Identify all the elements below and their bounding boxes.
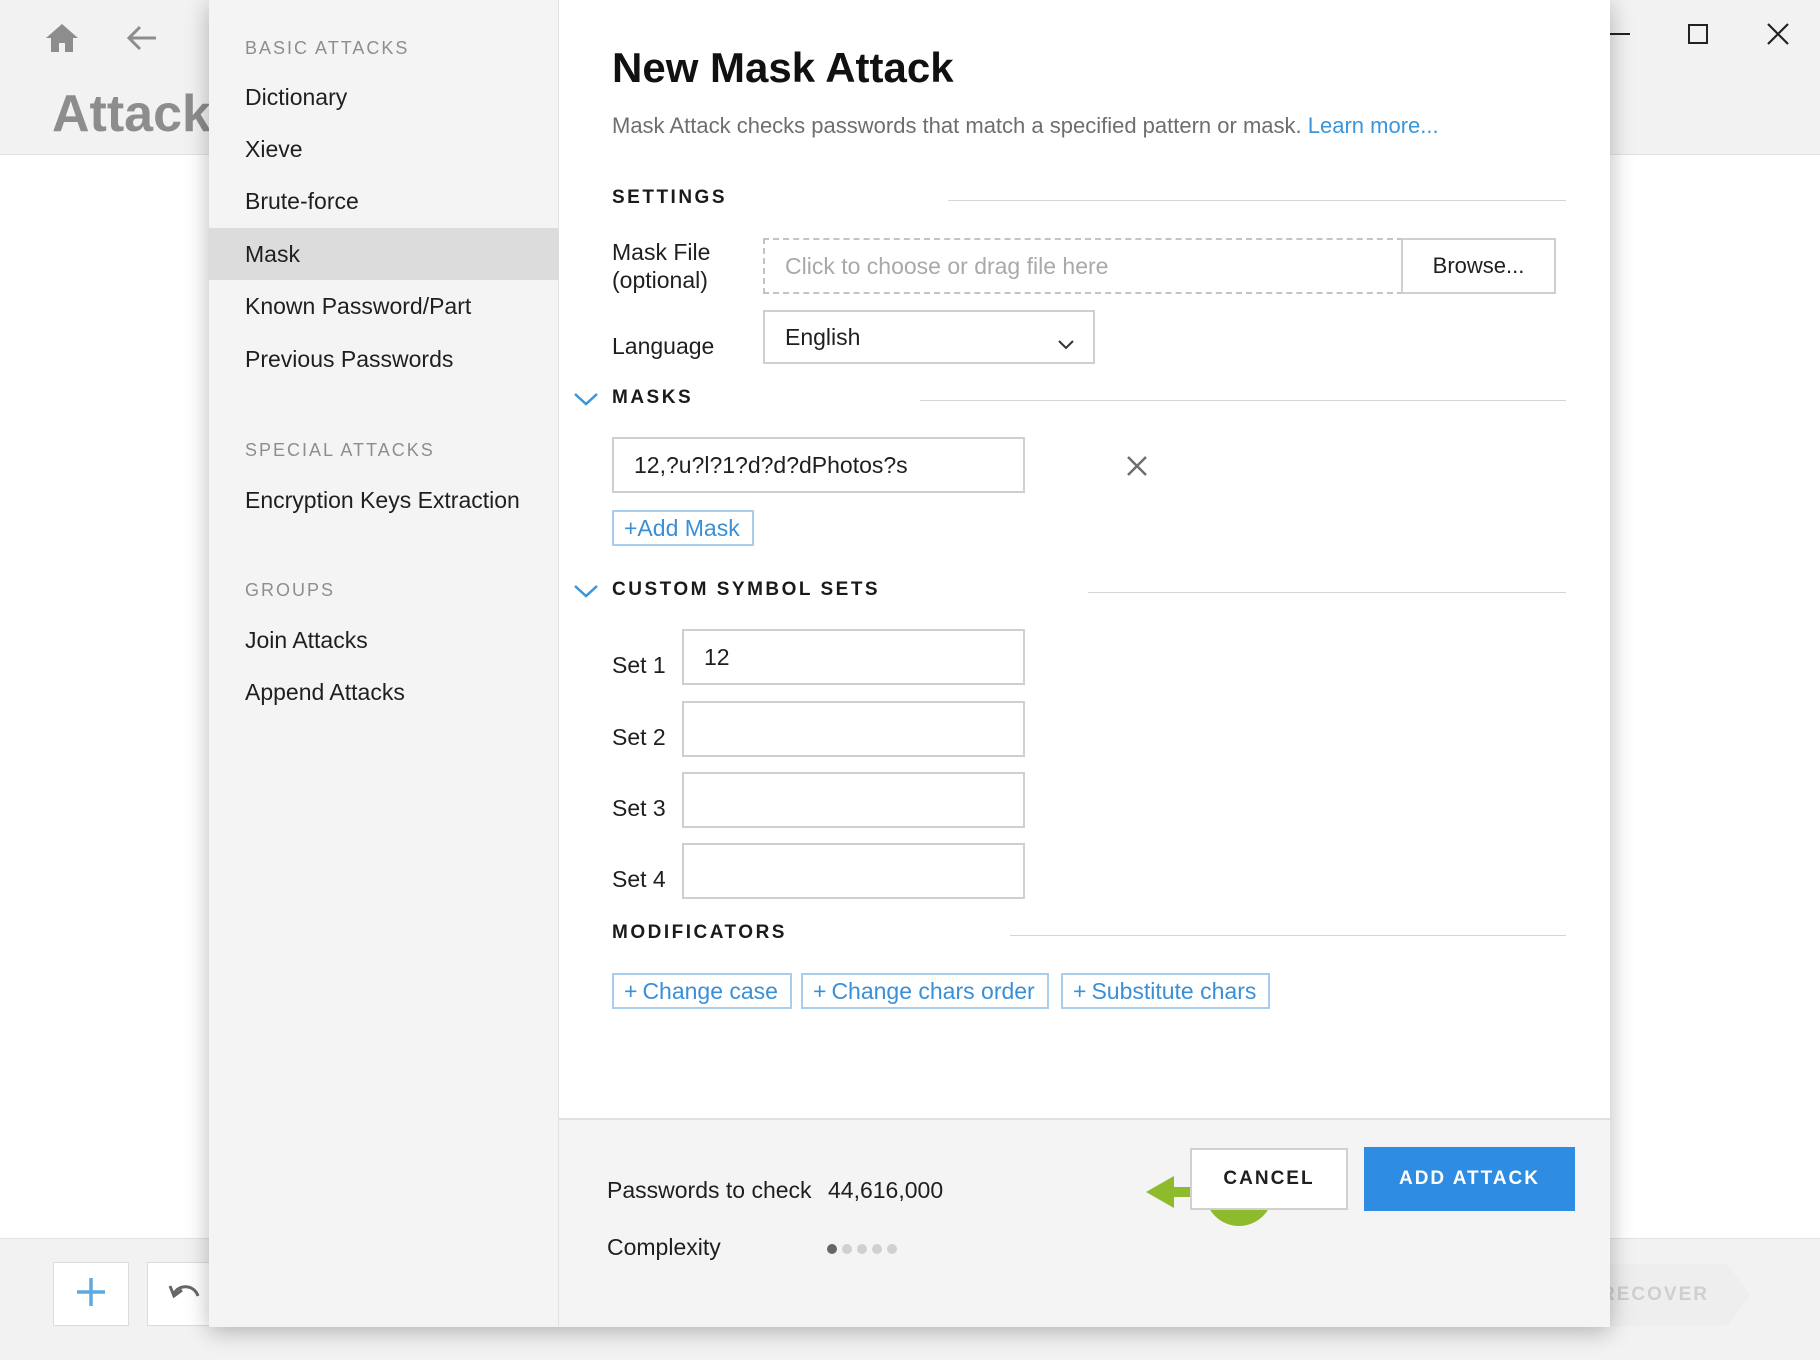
attack-type-sidebar: BASIC ATTACKS Dictionary Xieve Brute-for…: [209, 0, 559, 1327]
set-4-label: Set 4: [612, 866, 666, 892]
complexity-dot: [887, 1244, 897, 1254]
set-2-label: Set 2: [612, 724, 666, 750]
section-heading-masks: MASKS: [612, 387, 694, 408]
sidebar-heading-groups: GROUPS: [245, 580, 336, 600]
plus-icon: +: [624, 977, 638, 1004]
set-3-input[interactable]: [682, 772, 1025, 828]
complexity-dot: [857, 1244, 867, 1254]
sidebar-item-encryption-keys[interactable]: Encryption Keys Extraction: [209, 474, 559, 526]
cancel-button[interactable]: CANCEL: [1190, 1148, 1348, 1210]
substitute-chars-button[interactable]: + Substitute chars: [1061, 973, 1271, 1009]
dropzone-placeholder: Click to choose or drag file here: [785, 252, 1109, 279]
sidebar-heading-special-attacks: SPECIAL ATTACKS: [245, 440, 435, 460]
sidebar-item-dictionary[interactable]: Dictionary: [209, 71, 559, 123]
change-chars-order-label: Change chars order: [831, 977, 1035, 1004]
collapse-masks-icon[interactable]: [573, 391, 599, 407]
language-select[interactable]: English: [763, 310, 1095, 364]
sidebar-item-mask[interactable]: Mask: [209, 228, 559, 280]
plus-icon: +: [1073, 977, 1087, 1004]
sidebar-item-append-attacks[interactable]: Append Attacks: [209, 666, 559, 718]
section-heading-settings: SETTINGS: [612, 187, 728, 208]
section-heading-modificators: MODIFICATORS: [612, 922, 787, 943]
collapse-symbol-sets-icon[interactable]: [573, 583, 599, 599]
new-attack-dialog: BASIC ATTACKS Dictionary Xieve Brute-for…: [209, 0, 1610, 1327]
substitute-chars-label: Substitute chars: [1091, 977, 1257, 1004]
sidebar-item-brute-force[interactable]: Brute-force: [209, 175, 559, 227]
back-arrow-icon[interactable]: [122, 18, 162, 58]
complexity-dot: [872, 1244, 882, 1254]
section-divider: [1088, 592, 1566, 593]
complexity-dot: [842, 1244, 852, 1254]
plus-icon: +: [813, 977, 827, 1004]
change-case-label: Change case: [642, 977, 778, 1004]
plus-icon: [75, 1276, 107, 1313]
learn-more-link[interactable]: Learn more...: [1308, 113, 1439, 138]
mask-file-label-line2: (optional): [612, 267, 708, 293]
set-1-label: Set 1: [612, 652, 666, 678]
mask-file-label: Mask File (optional): [612, 238, 710, 294]
complexity-indicator: [827, 1244, 897, 1254]
browse-button[interactable]: Browse...: [1401, 238, 1556, 294]
complexity-dot: [827, 1244, 837, 1254]
close-icon[interactable]: [1750, 12, 1806, 56]
set-2-input[interactable]: [682, 701, 1025, 757]
dialog-subtitle: Mask Attack checks passwords that match …: [612, 113, 1439, 139]
set-3-label: Set 3: [612, 795, 666, 821]
sidebar-item-xieve[interactable]: Xieve: [209, 123, 559, 175]
section-heading-custom-symbol-sets: CUSTOM SYMBOL SETS: [612, 579, 881, 600]
set-1-input[interactable]: 12: [682, 629, 1025, 685]
page-title: Attack: [52, 85, 211, 143]
attack-settings-panel: New Mask Attack Mask Attack checks passw…: [559, 0, 1610, 1118]
passwords-to-check-label: Passwords to check: [607, 1177, 812, 1203]
sidebar-item-join-attacks[interactable]: Join Attacks: [209, 614, 559, 666]
dialog-title: New Mask Attack: [612, 44, 954, 91]
sidebar-item-previous-passwords[interactable]: Previous Passwords: [209, 333, 559, 385]
mask-file-label-line1: Mask File: [612, 239, 711, 265]
section-divider: [1010, 935, 1566, 936]
mask-input[interactable]: 12,?u?l?1?d?d?dPhotos?s: [612, 437, 1025, 493]
maximize-icon[interactable]: [1670, 12, 1726, 56]
sidebar-item-known-password[interactable]: Known Password/Part: [209, 280, 559, 332]
subtitle-text: Mask Attack checks passwords that match …: [612, 113, 1302, 138]
sidebar-heading-basic-attacks: BASIC ATTACKS: [245, 38, 410, 58]
passwords-to-check-value: 44,616,000: [828, 1177, 944, 1203]
remove-mask-icon[interactable]: [1122, 451, 1152, 481]
change-case-button[interactable]: + Change case: [612, 973, 792, 1009]
section-divider: [920, 400, 1566, 401]
add-attack-button[interactable]: ADD ATTACK: [1364, 1147, 1575, 1211]
chevron-down-icon: [1057, 330, 1075, 357]
set-4-input[interactable]: [682, 843, 1025, 899]
dialog-footer: Passwords to check 44,616,000 Complexity…: [559, 1118, 1610, 1327]
complexity-label: Complexity: [607, 1234, 721, 1260]
language-label: Language: [612, 333, 715, 359]
home-icon[interactable]: [42, 18, 82, 58]
add-attack-icon-button[interactable]: [53, 1262, 129, 1326]
section-divider: [948, 200, 1566, 201]
add-mask-button[interactable]: +Add Mask: [612, 510, 754, 546]
mask-file-dropzone[interactable]: Click to choose or drag file here: [763, 238, 1403, 294]
undo-icon: [168, 1280, 202, 1309]
language-value: English: [785, 323, 861, 350]
change-chars-order-button[interactable]: + Change chars order: [801, 973, 1049, 1009]
